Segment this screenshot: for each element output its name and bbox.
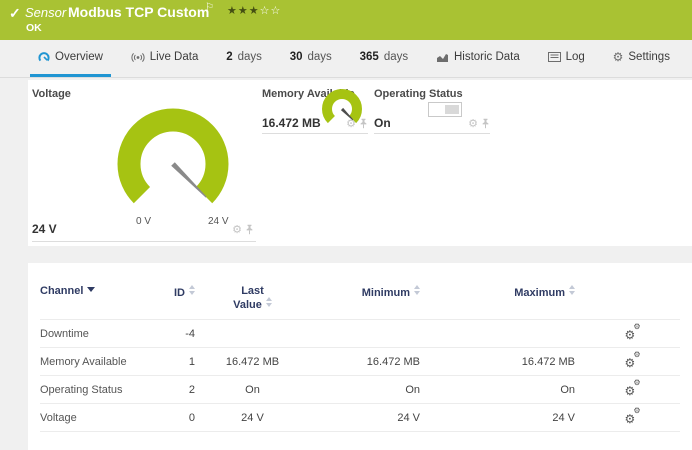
- voltage-scale-max: 24 V: [208, 216, 229, 227]
- sort-icon: [414, 285, 420, 295]
- tab-30-days[interactable]: 30 days: [282, 40, 340, 77]
- tab-365-days-number: 365: [360, 51, 379, 63]
- gauge-settings-gear-icon[interactable]: ⚙: [232, 224, 242, 235]
- tab-settings[interactable]: ⚙ Settings: [605, 40, 678, 77]
- priority-flag-icon[interactable]: ⚐: [205, 2, 214, 13]
- tab-overview[interactable]: Overview: [30, 40, 111, 77]
- tab-2-days-number: 2: [226, 51, 232, 63]
- channel-maximum: [430, 320, 585, 348]
- tab-365-days-word: days: [384, 51, 408, 63]
- channel-settings-icon[interactable]: ⚙⚙: [625, 409, 641, 423]
- tab-log[interactable]: Log: [540, 40, 593, 77]
- pin-icon[interactable]: [245, 224, 254, 235]
- header-channel[interactable]: Channel: [40, 263, 155, 320]
- log-list-icon: [548, 52, 561, 62]
- operating-status-value: On: [374, 116, 391, 130]
- memory-current-value: 16.472 MB: [262, 116, 321, 130]
- channels-panel: Channel ID LastValue Minimum Maximum Dow…: [28, 263, 692, 450]
- header-minimum[interactable]: Minimum: [300, 263, 430, 320]
- sort-icon: [569, 285, 575, 295]
- channel-settings-icon[interactable]: ⚙⚙: [625, 325, 641, 339]
- table-row: Memory Available 1 16.472 MB 16.472 MB 1…: [40, 348, 680, 376]
- channel-maximum: 24 V: [430, 404, 585, 432]
- gauge-settings-gear-icon[interactable]: ⚙: [346, 118, 356, 129]
- sort-desc-icon: [87, 287, 95, 292]
- channel-minimum: 24 V: [300, 404, 430, 432]
- channel-name: Memory Available: [40, 348, 155, 376]
- voltage-gauge-needle: [171, 162, 206, 197]
- switch-knob: [445, 105, 459, 114]
- channel-id: 1: [155, 348, 205, 376]
- sort-icon: [266, 297, 272, 307]
- sensor-status-header: ✓ Sensor Modbus TCP Custom ⚐ ★★★☆☆ OK: [0, 0, 692, 40]
- channel-id: 2: [155, 376, 205, 404]
- channel-last-value: 16.472 MB: [205, 348, 300, 376]
- tab-historic-data-label: Historic Data: [454, 51, 520, 63]
- sensor-status-text: OK: [26, 22, 42, 34]
- channel-id: 0: [155, 404, 205, 432]
- channels-table: Channel ID LastValue Minimum Maximum Dow…: [40, 263, 680, 432]
- channel-minimum: 16.472 MB: [300, 348, 430, 376]
- tab-30-days-word: days: [308, 51, 332, 63]
- header-last-value[interactable]: LastValue: [205, 263, 300, 320]
- priority-stars[interactable]: ★★★☆☆: [227, 4, 281, 17]
- header-settings: [585, 263, 680, 320]
- channel-name: Voltage: [40, 404, 155, 432]
- channel-last-value: 24 V: [205, 404, 300, 432]
- sensor-title: Modbus TCP Custom: [68, 4, 209, 20]
- ok-check-icon: ✓: [9, 5, 21, 22]
- stars-empty[interactable]: ☆☆: [260, 5, 282, 17]
- channel-last-value: On: [205, 376, 300, 404]
- channel-minimum: On: [300, 376, 430, 404]
- channel-settings-icon[interactable]: ⚙⚙: [625, 381, 641, 395]
- pin-icon[interactable]: [481, 118, 490, 129]
- header-id[interactable]: ID: [155, 263, 205, 320]
- tab-2-days-word: days: [238, 51, 262, 63]
- tab-log-label: Log: [566, 51, 585, 63]
- gauge-settings-gear-icon[interactable]: ⚙: [468, 118, 478, 129]
- voltage-gauge: [111, 100, 235, 224]
- tab-365-days[interactable]: 365 days: [352, 40, 416, 77]
- gauges-panel: Voltage 0 V 24 V 24 V ⚙ Memory Available…: [28, 80, 692, 246]
- object-kind-label: Sensor: [25, 5, 66, 20]
- pin-icon[interactable]: [359, 118, 368, 129]
- tab-30-days-number: 30: [290, 51, 303, 63]
- gauge-icon: [38, 51, 50, 63]
- tab-bar: Overview Live Data 2 days 30 days 365 da…: [0, 40, 692, 78]
- voltage-gauge-block: Voltage 0 V 24 V 24 V ⚙: [32, 84, 256, 242]
- tab-settings-label: Settings: [628, 51, 670, 63]
- table-row: Operating Status 2 On On On ⚙⚙: [40, 376, 680, 404]
- channel-name: Downtime: [40, 320, 155, 348]
- channel-id: -4: [155, 320, 205, 348]
- voltage-gauge-title: Voltage: [32, 88, 71, 100]
- channel-maximum: 16.472 MB: [430, 348, 585, 376]
- tab-overview-label: Overview: [55, 51, 103, 63]
- channel-last-value: [205, 320, 300, 348]
- operating-status-block: Operating Status On ⚙: [374, 84, 490, 134]
- table-header-row: Channel ID LastValue Minimum Maximum: [40, 263, 680, 320]
- voltage-scale-min: 0 V: [136, 216, 151, 227]
- tab-historic-data[interactable]: Historic Data: [428, 40, 528, 77]
- stars-filled[interactable]: ★★★: [227, 5, 260, 17]
- channel-name: Operating Status: [40, 376, 155, 404]
- live-signal-icon: [131, 52, 145, 63]
- operating-status-title: Operating Status: [374, 88, 463, 100]
- header-maximum[interactable]: Maximum: [430, 263, 585, 320]
- memory-gauge-block: Memory Available 16.472 MB ⚙: [262, 84, 368, 134]
- bar-chart-icon: [436, 52, 449, 63]
- table-row: Voltage 0 24 V 24 V 24 V ⚙⚙: [40, 404, 680, 432]
- gear-icon: ⚙: [613, 51, 624, 63]
- channel-minimum: [300, 320, 430, 348]
- table-row: Downtime -4 ⚙⚙: [40, 320, 680, 348]
- tab-live-data-label: Live Data: [150, 51, 199, 63]
- voltage-current-value: 24 V: [32, 222, 57, 236]
- channel-maximum: On: [430, 376, 585, 404]
- channel-settings-icon[interactable]: ⚙⚙: [625, 353, 641, 367]
- tab-live-data[interactable]: Live Data: [123, 40, 207, 77]
- sort-icon: [189, 285, 195, 295]
- operating-status-switch: [428, 102, 462, 117]
- tab-2-days[interactable]: 2 days: [218, 40, 270, 77]
